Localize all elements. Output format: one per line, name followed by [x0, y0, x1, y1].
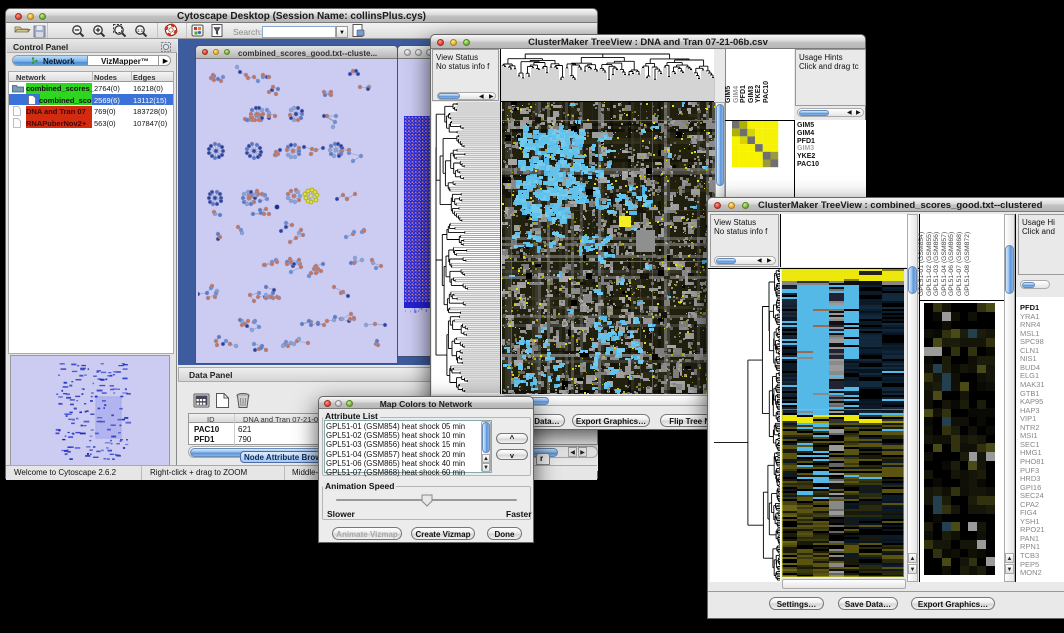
svg-text:1:1: 1:1 — [137, 28, 144, 33]
